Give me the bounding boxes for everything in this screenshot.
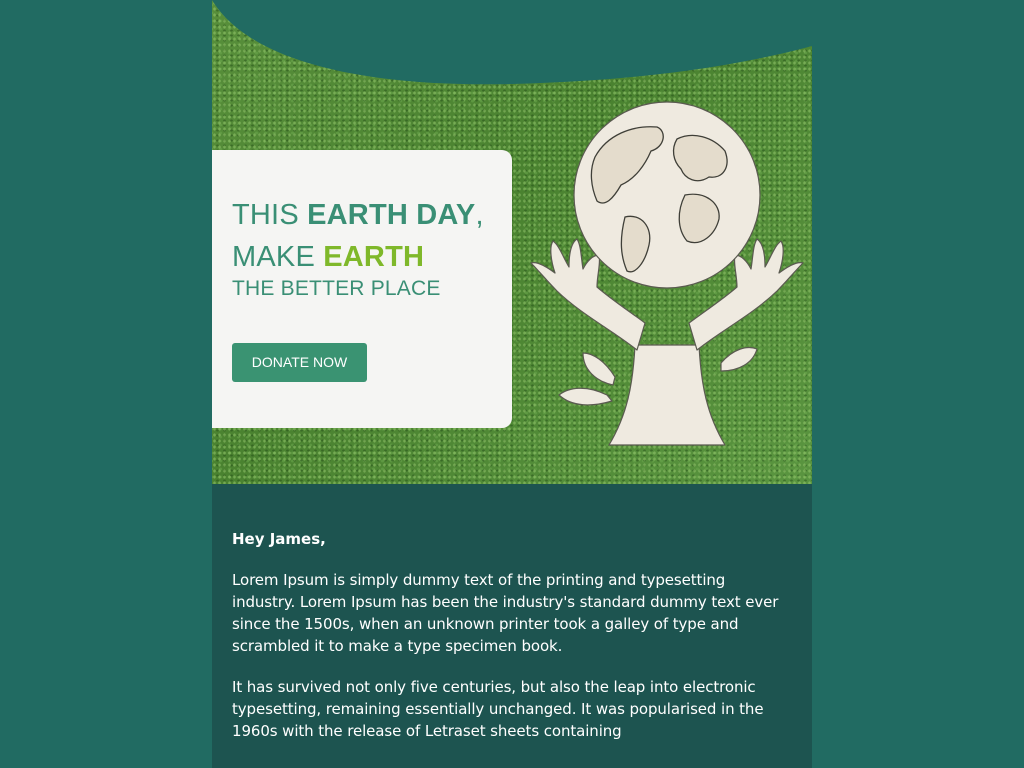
globe-in-hands-tree-icon	[530, 101, 804, 446]
headline-line-2: MAKE EARTH	[232, 236, 502, 278]
headline-comma: ,	[475, 199, 484, 231]
headline-make: MAKE	[232, 241, 324, 273]
headline-subtitle: THE BETTER PLACE	[232, 277, 441, 300]
hero-headline: THIS EARTH DAY, MAKE EARTH THE BETTER PL…	[232, 194, 502, 304]
headline-this: THIS	[232, 199, 308, 231]
body-paragraph-1: Lorem Ipsum is simply dummy text of the …	[232, 571, 779, 655]
email-body: Hey James, Lorem Ipsum is simply dummy t…	[212, 484, 812, 768]
hero-wave-shape	[212, 0, 812, 85]
body-paragraph-2: It has survived not only five centuries,…	[232, 678, 764, 740]
donate-now-button[interactable]: DONATE NOW	[232, 343, 367, 382]
promo-card: THIS EARTH DAY, MAKE EARTH THE BETTER PL…	[212, 150, 512, 428]
greeting: Hey James,	[232, 530, 326, 548]
headline-line-1: THIS EARTH DAY,	[232, 194, 502, 236]
email-body-text: Hey James, Lorem Ipsum is simply dummy t…	[232, 528, 782, 761]
email-container: THIS EARTH DAY, MAKE EARTH THE BETTER PL…	[212, 0, 812, 768]
headline-earth: EARTH	[323, 241, 425, 273]
hero-banner: THIS EARTH DAY, MAKE EARTH THE BETTER PL…	[212, 0, 812, 484]
headline-earth-day: EARTH DAY	[307, 199, 476, 231]
